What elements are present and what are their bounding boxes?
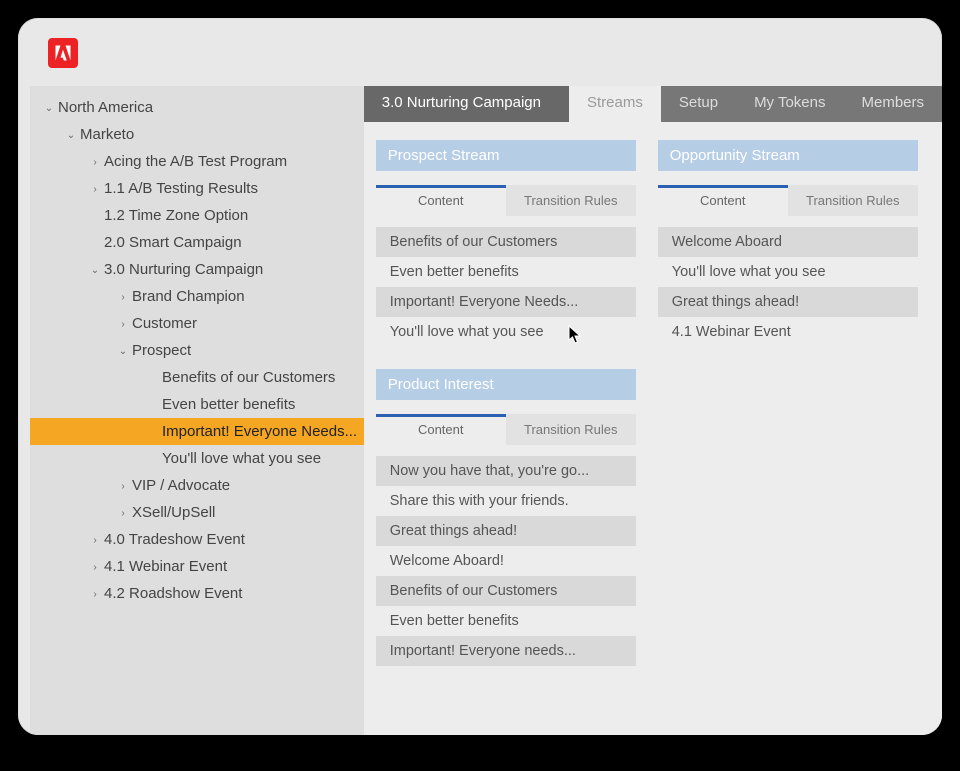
stream-header: Product Interest [376, 369, 636, 400]
tree-item[interactable]: › Customer [30, 310, 364, 337]
subtab-content[interactable]: Content [376, 414, 506, 445]
subtab-content[interactable]: Content [658, 185, 788, 216]
chevron-right-icon: › [90, 184, 100, 195]
tree-item-label: Benefits of our Customers [162, 369, 335, 386]
stream-header: Opportunity Stream [658, 140, 918, 171]
tree-item[interactable]: ⌄ 3.0 Nurturing Campaign [30, 256, 364, 283]
stream-item[interactable]: Important! Everyone needs... [376, 636, 636, 666]
stream-item[interactable]: Even better benefits [376, 606, 636, 636]
chevron-right-icon: › [90, 535, 100, 546]
tree-item-label: Brand Champion [132, 288, 245, 305]
tree-item[interactable]: ⌄ Prospect [30, 337, 364, 364]
main-panel: 3.0 Nurturing Campaign Streams Setup My … [364, 86, 942, 735]
chevron-right-icon: › [90, 157, 100, 168]
tab-bar: 3.0 Nurturing Campaign Streams Setup My … [364, 86, 942, 122]
tree-item[interactable]: ›Important! Everyone Needs... [30, 418, 364, 445]
subtab-transition-rules[interactable]: Transition Rules [788, 185, 918, 216]
tree-item-label: VIP / Advocate [132, 477, 230, 494]
chevron-right-icon: › [118, 508, 128, 519]
app-window: ⌄ North America ⌄ Marketo › Acing the A/B Tes… [18, 18, 942, 735]
stream-item[interactable]: 4.1 Webinar Event [658, 317, 918, 347]
chevron-down-icon: ⌄ [44, 103, 54, 114]
stream-item[interactable]: Benefits of our Customers [376, 227, 636, 257]
tab-title: 3.0 Nurturing Campaign [364, 86, 569, 122]
tree-item-label: 4.1 Webinar Event [104, 558, 227, 575]
tree-item[interactable]: › Brand Champion [30, 283, 364, 310]
stream-item[interactable]: You'll love what you see [658, 257, 918, 287]
tab-setup[interactable]: Setup [661, 86, 736, 122]
tree-item[interactable]: ›Benefits of our Customers [30, 364, 364, 391]
streams-area: Prospect Stream Content Transition Rules… [364, 122, 942, 684]
chevron-right-icon: › [118, 481, 128, 492]
tree-item-label: North America [58, 99, 153, 116]
tree-item-label: Even better benefits [162, 396, 295, 413]
tab-streams[interactable]: Streams [569, 86, 661, 122]
tree-item[interactable]: › VIP / Advocate [30, 472, 364, 499]
subtab-transition-rules[interactable]: Transition Rules [506, 185, 636, 216]
stream-items: Benefits of our CustomersEven better ben… [376, 227, 636, 347]
tree-item-label: Acing the A/B Test Program [104, 153, 287, 170]
tab-members[interactable]: Members [843, 86, 942, 122]
stream-item[interactable]: Welcome Aboard [658, 227, 918, 257]
stream-items: Now you have that, you're go...Share thi… [376, 456, 636, 666]
stream-item[interactable]: Benefits of our Customers [376, 576, 636, 606]
tree-item-label: 1.1 A/B Testing Results [104, 180, 258, 197]
tree-item-label: 2.0 Smart Campaign [104, 234, 242, 251]
opportunity-stream: Opportunity Stream Content Transition Ru… [658, 140, 918, 347]
chevron-down-icon: ⌄ [118, 346, 128, 357]
tree-item-label: 3.0 Nurturing Campaign [104, 261, 263, 278]
product-interest-stream: Product Interest Content Transition Rule… [376, 369, 636, 666]
tree-item[interactable]: › Acing the A/B Test Program [30, 148, 364, 175]
stream-item[interactable]: Great things ahead! [376, 516, 636, 546]
prospect-stream: Prospect Stream Content Transition Rules… [376, 140, 636, 347]
tree-item-label: You'll love what you see [162, 450, 321, 467]
stream-item[interactable]: Now you have that, you're go... [376, 456, 636, 486]
stream-item[interactable]: You'll love what you see [376, 317, 636, 347]
tree-item[interactable]: › 4.2 Roadshow Event [30, 580, 364, 607]
tree-item[interactable]: › 4.1 Webinar Event [30, 553, 364, 580]
stream-items: Welcome AboardYou'll love what you seeGr… [658, 227, 918, 347]
tree-item-label: Important! Everyone Needs... [162, 423, 357, 440]
stream-item[interactable]: Welcome Aboard! [376, 546, 636, 576]
tree-item[interactable]: › XSell/UpSell [30, 499, 364, 526]
stream-item[interactable]: Even better benefits [376, 257, 636, 287]
tree-item-label: 1.2 Time Zone Option [104, 207, 248, 224]
tree-item-label: 4.0 Tradeshow Event [104, 531, 245, 548]
chevron-down-icon: ⌄ [90, 265, 100, 276]
tree-item[interactable]: ›2.0 Smart Campaign [30, 229, 364, 256]
tree-item[interactable]: ›1.2 Time Zone Option [30, 202, 364, 229]
tree-item-label: Prospect [132, 342, 191, 359]
tree-item[interactable]: ›You'll love what you see [30, 445, 364, 472]
stream-item[interactable]: Important! Everyone Needs... [376, 287, 636, 317]
tree-item[interactable]: ⌄ North America [30, 94, 364, 121]
chevron-right-icon: › [90, 589, 100, 600]
tree-item[interactable]: ›Even better benefits [30, 391, 364, 418]
tree-item[interactable]: › 4.0 Tradeshow Event [30, 526, 364, 553]
tree-item-label: Customer [132, 315, 197, 332]
tree-item-label: 4.2 Roadshow Event [104, 585, 242, 602]
stream-header: Prospect Stream [376, 140, 636, 171]
tree-item-label: XSell/UpSell [132, 504, 215, 521]
chevron-right-icon: › [90, 562, 100, 573]
subtab-content[interactable]: Content [376, 185, 506, 216]
adobe-logo [48, 38, 78, 68]
stream-item[interactable]: Share this with your friends. [376, 486, 636, 516]
stream-item[interactable]: Great things ahead! [658, 287, 918, 317]
chevron-right-icon: › [118, 292, 128, 303]
tree-item[interactable]: › 1.1 A/B Testing Results [30, 175, 364, 202]
tab-my-tokens[interactable]: My Tokens [736, 86, 843, 122]
tree-item[interactable]: ⌄ Marketo [30, 121, 364, 148]
chevron-down-icon: ⌄ [66, 130, 76, 141]
subtab-transition-rules[interactable]: Transition Rules [506, 414, 636, 445]
navigation-tree[interactable]: ⌄ North America ⌄ Marketo › Acing the A/B Tes… [30, 86, 364, 735]
tree-item-label: Marketo [80, 126, 134, 143]
chevron-right-icon: › [118, 319, 128, 330]
